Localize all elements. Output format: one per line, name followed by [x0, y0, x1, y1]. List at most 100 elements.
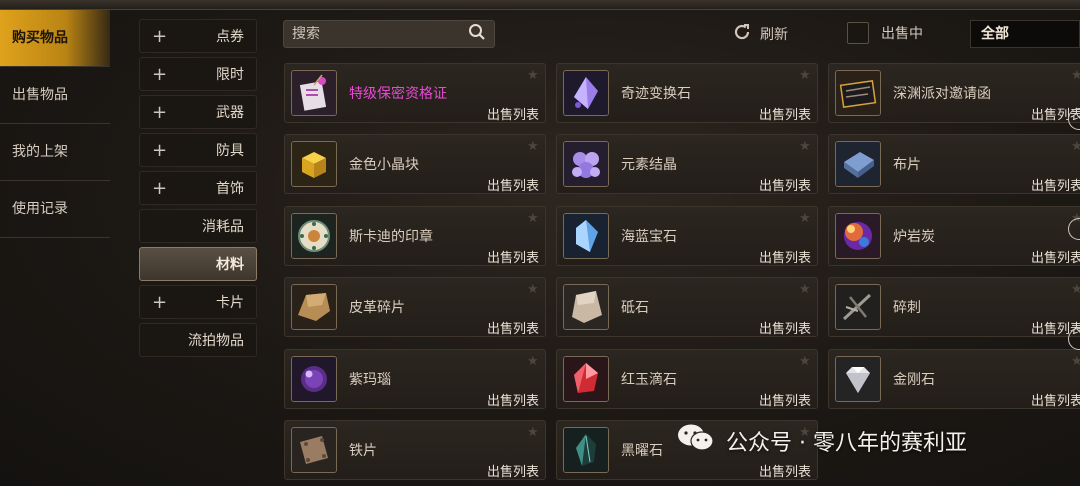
category-limited[interactable]: + 限时	[139, 57, 257, 91]
category-label: 消耗品	[202, 219, 244, 235]
gold-cube-icon	[291, 141, 337, 187]
category-label: 卡片	[216, 295, 244, 311]
category-consumables[interactable]: 消耗品	[139, 209, 257, 243]
item-name: 海蓝宝石	[621, 229, 677, 245]
sell-list-link[interactable]: 出售列表	[759, 390, 811, 408]
item-name: 特级保密资格证	[349, 86, 447, 102]
side-handle[interactable]	[1068, 328, 1080, 350]
item-name: 铁片	[349, 443, 377, 459]
sell-list-link[interactable]: 出售列表	[759, 104, 811, 122]
nav-buy-items[interactable]: 购买物品	[0, 10, 110, 67]
favorite-star-icon[interactable]: ★	[799, 68, 811, 83]
expand-icon: +	[152, 177, 168, 199]
favorite-star-icon[interactable]: ★	[527, 211, 539, 226]
item-name: 炉岩炭	[893, 229, 935, 245]
item-name: 紫玛瑙	[349, 372, 391, 388]
item-card[interactable]: 金色小晶块出售列表 ★	[284, 134, 546, 194]
category-cards[interactable]: + 卡片	[139, 285, 257, 319]
favorite-star-icon[interactable]: ★	[527, 425, 539, 440]
item-card[interactable]: 特级保密资格证出售列表 ★	[284, 63, 546, 123]
item-card[interactable]: 深渊派对邀请函出售列表★	[828, 63, 1080, 123]
favorite-star-icon[interactable]: ★	[1071, 68, 1080, 83]
ruby-icon	[563, 356, 609, 402]
cloth-icon	[835, 141, 881, 187]
sell-list-link[interactable]: 出售列表	[1031, 390, 1080, 408]
seal-icon	[291, 213, 337, 259]
item-card[interactable]: 元素结晶出售列表 ★	[556, 134, 818, 194]
favorite-star-icon[interactable]: ★	[1071, 282, 1080, 297]
favorite-star-icon[interactable]: ★	[527, 354, 539, 369]
category-materials[interactable]: 材料	[139, 247, 257, 281]
item-card[interactable]: 砥石出售列表 ★	[556, 277, 818, 337]
sell-list-link[interactable]: 出售列表	[1031, 175, 1080, 193]
sell-list-link[interactable]: 出售列表	[759, 318, 811, 336]
sell-list-link[interactable]: 出售列表	[487, 175, 539, 193]
item-card[interactable]: 炉岩炭出售列表★	[828, 206, 1080, 266]
item-card[interactable]: 布片出售列表 ★	[828, 134, 1080, 194]
invitation-icon	[835, 70, 881, 116]
item-card[interactable]: 皮革碎片出售列表 ★	[284, 277, 546, 337]
sell-list-link[interactable]: 出售列表	[487, 318, 539, 336]
favorite-star-icon[interactable]: ★	[527, 139, 539, 154]
favorite-star-icon[interactable]: ★	[799, 211, 811, 226]
sell-list-link[interactable]: 出售列表	[487, 390, 539, 408]
refresh-button[interactable]: 刷新	[732, 22, 788, 46]
item-name: 布片	[893, 157, 921, 173]
item-card[interactable]: 碎刺出售列表★	[828, 277, 1080, 337]
sell-list-link[interactable]: 出售列表	[1031, 247, 1080, 265]
category-label: 武器	[216, 105, 244, 121]
item-name: 奇迹变换石	[621, 86, 691, 102]
item-name: 皮革碎片	[349, 300, 405, 316]
item-name: 金色小晶块	[349, 157, 419, 173]
category-label: 材料	[216, 257, 244, 273]
nav-sell-items[interactable]: 出售物品	[0, 67, 110, 124]
refresh-label: 刷新	[760, 27, 788, 43]
category-accessories[interactable]: + 首饰	[139, 171, 257, 205]
item-name: 元素结晶	[621, 157, 677, 173]
sell-list-link[interactable]: 出售列表	[759, 247, 811, 265]
favorite-star-icon[interactable]: ★	[799, 139, 811, 154]
sell-list-link[interactable]: 出售列表	[487, 247, 539, 265]
search-input[interactable]	[292, 26, 462, 42]
item-name: 深渊派对邀请函	[893, 86, 991, 102]
item-card[interactable]: 紫玛瑙出售列表 ★	[284, 349, 546, 409]
item-name: 金刚石	[893, 372, 935, 388]
sell-list-link[interactable]: 出售列表	[487, 461, 539, 479]
top-frame	[0, 0, 1080, 10]
nav-my-listings[interactable]: 我的上架	[0, 124, 110, 181]
category-armor[interactable]: + 防具	[139, 133, 257, 167]
watermark-text: 公众号 · 零八年的赛利亚	[726, 431, 967, 456]
sell-list-link[interactable]: 出售列表	[759, 461, 811, 479]
filter-select[interactable]: 全部	[970, 20, 1080, 48]
favorite-star-icon[interactable]: ★	[1071, 354, 1080, 369]
nav-usage-history[interactable]: 使用记录	[0, 181, 110, 238]
favorite-star-icon[interactable]: ★	[1071, 139, 1080, 154]
sell-list-link[interactable]: 出售列表	[487, 104, 539, 122]
item-card[interactable]: 海蓝宝石出售列表 ★	[556, 206, 818, 266]
item-card[interactable]: 金刚石出售列表 ★	[828, 349, 1080, 409]
item-name: 砥石	[621, 300, 649, 316]
category-weapons[interactable]: + 武器	[139, 95, 257, 129]
item-card[interactable]: 斯卡迪的印章出售列表 ★	[284, 206, 546, 266]
on-sale-label: 出售中	[881, 26, 923, 42]
category-label: 限时	[216, 67, 244, 83]
item-name: 斯卡迪的印章	[349, 229, 433, 245]
category-label: 流拍物品	[188, 333, 244, 349]
on-sale-checkbox[interactable]	[847, 22, 869, 44]
search-icon[interactable]	[468, 23, 486, 45]
side-handle[interactable]	[1068, 108, 1080, 130]
diamond-icon	[835, 356, 881, 402]
favorite-star-icon[interactable]: ★	[799, 282, 811, 297]
category-vouchers[interactable]: + 点券	[139, 19, 257, 53]
favorite-star-icon[interactable]: ★	[527, 68, 539, 83]
on-sale-toggle[interactable]: 出售中	[847, 22, 923, 44]
favorite-star-icon[interactable]: ★	[799, 354, 811, 369]
sell-list-link[interactable]: 出售列表	[759, 175, 811, 193]
item-name: 红玉滴石	[621, 372, 677, 388]
item-card[interactable]: 红玉滴石出售列表 ★	[556, 349, 818, 409]
item-card[interactable]: 奇迹变换石出售列表 ★	[556, 63, 818, 123]
item-card[interactable]: 铁片出售列表 ★	[284, 420, 546, 480]
thorn-icon	[835, 284, 881, 330]
category-unsold[interactable]: 流拍物品	[139, 323, 257, 357]
favorite-star-icon[interactable]: ★	[527, 282, 539, 297]
